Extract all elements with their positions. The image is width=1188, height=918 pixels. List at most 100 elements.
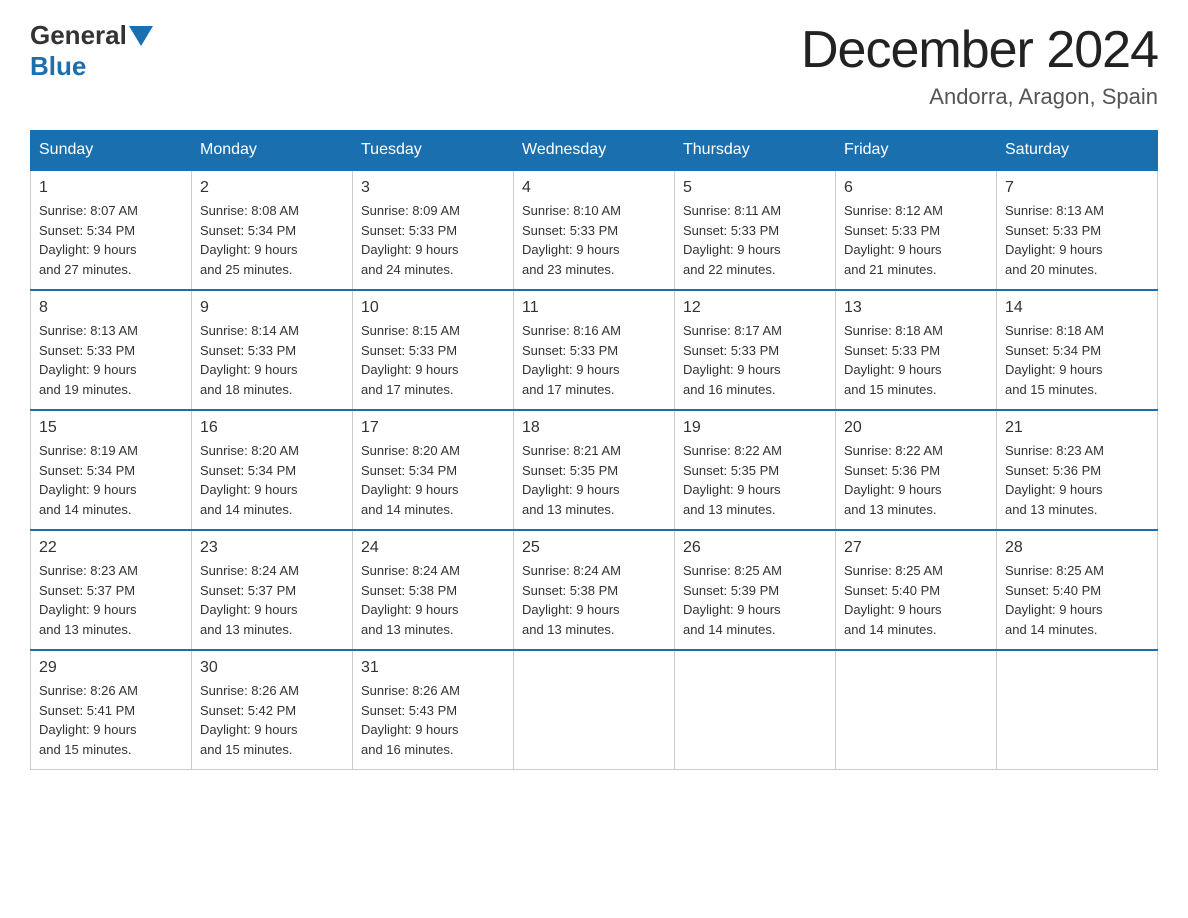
calendar-week-row: 22 Sunrise: 8:23 AMSunset: 5:37 PMDayligh… bbox=[31, 530, 1158, 650]
calendar-cell: 1Sunrise: 8:07 AMSunset: 5:34 PMDaylight… bbox=[31, 170, 192, 290]
day-number: 4 bbox=[522, 179, 666, 197]
day-number: 1 bbox=[39, 179, 183, 197]
calendar-cell: 3 Sunrise: 8:09 AMSunset: 5:33 PMDaylight… bbox=[353, 170, 514, 290]
day-info: Sunrise: 8:23 AMSunset: 5:37 PMDaylight:… bbox=[39, 561, 183, 639]
calendar-week-row: 15 Sunrise: 8:19 AMSunset: 5:34 PMDayligh… bbox=[31, 410, 1158, 530]
page-header: General Blue December 2024 Andorra, Arag… bbox=[30, 20, 1158, 110]
day-number: 18 bbox=[522, 419, 666, 437]
day-info: Sunrise: 8:11 AMSunset: 5:33 PMDaylight:… bbox=[683, 201, 827, 279]
day-number: 26 bbox=[683, 539, 827, 557]
day-number: 9 bbox=[200, 299, 344, 317]
day-number: 22 bbox=[39, 539, 183, 557]
day-number: 24 bbox=[361, 539, 505, 557]
day-info: Sunrise: 8:15 AMSunset: 5:33 PMDaylight:… bbox=[361, 321, 505, 399]
calendar-cell: 30 Sunrise: 8:26 AMSunset: 5:42 PMDayligh… bbox=[192, 650, 353, 770]
day-info: Sunrise: 8:10 AMSunset: 5:33 PMDaylight:… bbox=[522, 201, 666, 279]
calendar-cell: 21 Sunrise: 8:23 AMSunset: 5:36 PMDayligh… bbox=[997, 410, 1158, 530]
title-block: December 2024 Andorra, Aragon, Spain bbox=[801, 20, 1158, 110]
header-day-sunday: Sunday bbox=[31, 131, 192, 171]
day-number: 29 bbox=[39, 659, 183, 677]
logo-triangle-icon bbox=[129, 26, 153, 46]
calendar-cell: 26 Sunrise: 8:25 AMSunset: 5:39 PMDayligh… bbox=[675, 530, 836, 650]
calendar-title: December 2024 bbox=[801, 20, 1158, 80]
calendar-cell bbox=[997, 650, 1158, 770]
day-info: Sunrise: 8:18 AMSunset: 5:33 PMDaylight:… bbox=[844, 321, 988, 399]
day-number: 21 bbox=[1005, 419, 1149, 437]
calendar-header-row: SundayMondayTuesdayWednesdayThursdayFrid… bbox=[31, 131, 1158, 171]
header-day-saturday: Saturday bbox=[997, 131, 1158, 171]
day-info: Sunrise: 8:18 AMSunset: 5:34 PMDaylight:… bbox=[1005, 321, 1149, 399]
calendar-week-row: 29 Sunrise: 8:26 AMSunset: 5:41 PMDayligh… bbox=[31, 650, 1158, 770]
day-number: 15 bbox=[39, 419, 183, 437]
day-number: 27 bbox=[844, 539, 988, 557]
calendar-cell bbox=[675, 650, 836, 770]
day-info: Sunrise: 8:09 AMSunset: 5:33 PMDaylight:… bbox=[361, 201, 505, 279]
day-number: 20 bbox=[844, 419, 988, 437]
day-info: Sunrise: 8:21 AMSunset: 5:35 PMDaylight:… bbox=[522, 441, 666, 519]
day-info: Sunrise: 8:25 AMSunset: 5:39 PMDaylight:… bbox=[683, 561, 827, 639]
calendar-cell: 13 Sunrise: 8:18 AMSunset: 5:33 PMDayligh… bbox=[836, 290, 997, 410]
day-number: 6 bbox=[844, 179, 988, 197]
header-day-wednesday: Wednesday bbox=[514, 131, 675, 171]
day-number: 25 bbox=[522, 539, 666, 557]
calendar-cell: 15 Sunrise: 8:19 AMSunset: 5:34 PMDayligh… bbox=[31, 410, 192, 530]
day-number: 19 bbox=[683, 419, 827, 437]
day-info: Sunrise: 8:14 AMSunset: 5:33 PMDaylight:… bbox=[200, 321, 344, 399]
day-info: Sunrise: 8:17 AMSunset: 5:33 PMDaylight:… bbox=[683, 321, 827, 399]
calendar-cell: 11Sunrise: 8:16 AMSunset: 5:33 PMDayligh… bbox=[514, 290, 675, 410]
day-number: 14 bbox=[1005, 299, 1149, 317]
calendar-cell: 29 Sunrise: 8:26 AMSunset: 5:41 PMDayligh… bbox=[31, 650, 192, 770]
day-info: Sunrise: 8:24 AMSunset: 5:38 PMDaylight:… bbox=[522, 561, 666, 639]
day-info: Sunrise: 8:13 AMSunset: 5:33 PMDaylight:… bbox=[39, 321, 183, 399]
logo-general-text: General bbox=[30, 20, 127, 51]
calendar-cell: 5 Sunrise: 8:11 AMSunset: 5:33 PMDaylight… bbox=[675, 170, 836, 290]
day-number: 28 bbox=[1005, 539, 1149, 557]
header-day-tuesday: Tuesday bbox=[353, 131, 514, 171]
day-number: 31 bbox=[361, 659, 505, 677]
day-info: Sunrise: 8:19 AMSunset: 5:34 PMDaylight:… bbox=[39, 441, 183, 519]
calendar-cell: 22 Sunrise: 8:23 AMSunset: 5:37 PMDayligh… bbox=[31, 530, 192, 650]
calendar-cell: 27 Sunrise: 8:25 AMSunset: 5:40 PMDayligh… bbox=[836, 530, 997, 650]
header-day-friday: Friday bbox=[836, 131, 997, 171]
day-info: Sunrise: 8:25 AMSunset: 5:40 PMDaylight:… bbox=[844, 561, 988, 639]
day-number: 17 bbox=[361, 419, 505, 437]
day-info: Sunrise: 8:26 AMSunset: 5:41 PMDaylight:… bbox=[39, 681, 183, 759]
day-number: 13 bbox=[844, 299, 988, 317]
calendar-table: SundayMondayTuesdayWednesdayThursdayFrid… bbox=[30, 130, 1158, 770]
day-number: 5 bbox=[683, 179, 827, 197]
day-number: 2 bbox=[200, 179, 344, 197]
calendar-cell: 6Sunrise: 8:12 AMSunset: 5:33 PMDaylight… bbox=[836, 170, 997, 290]
calendar-cell: 12Sunrise: 8:17 AMSunset: 5:33 PMDayligh… bbox=[675, 290, 836, 410]
day-info: Sunrise: 8:20 AMSunset: 5:34 PMDaylight:… bbox=[200, 441, 344, 519]
day-info: Sunrise: 8:23 AMSunset: 5:36 PMDaylight:… bbox=[1005, 441, 1149, 519]
day-number: 30 bbox=[200, 659, 344, 677]
calendar-week-row: 8 Sunrise: 8:13 AMSunset: 5:33 PMDaylight… bbox=[31, 290, 1158, 410]
calendar-cell: 18 Sunrise: 8:21 AMSunset: 5:35 PMDayligh… bbox=[514, 410, 675, 530]
calendar-cell: 25 Sunrise: 8:24 AMSunset: 5:38 PMDayligh… bbox=[514, 530, 675, 650]
day-info: Sunrise: 8:25 AMSunset: 5:40 PMDaylight:… bbox=[1005, 561, 1149, 639]
calendar-week-row: 1Sunrise: 8:07 AMSunset: 5:34 PMDaylight… bbox=[31, 170, 1158, 290]
day-info: Sunrise: 8:20 AMSunset: 5:34 PMDaylight:… bbox=[361, 441, 505, 519]
header-day-monday: Monday bbox=[192, 131, 353, 171]
day-number: 8 bbox=[39, 299, 183, 317]
calendar-cell: 2 Sunrise: 8:08 AMSunset: 5:34 PMDaylight… bbox=[192, 170, 353, 290]
day-number: 7 bbox=[1005, 179, 1149, 197]
calendar-cell: 10Sunrise: 8:15 AMSunset: 5:33 PMDayligh… bbox=[353, 290, 514, 410]
day-info: Sunrise: 8:13 AMSunset: 5:33 PMDaylight:… bbox=[1005, 201, 1149, 279]
day-info: Sunrise: 8:08 AMSunset: 5:34 PMDaylight:… bbox=[200, 201, 344, 279]
calendar-cell: 4 Sunrise: 8:10 AMSunset: 5:33 PMDaylight… bbox=[514, 170, 675, 290]
header-day-thursday: Thursday bbox=[675, 131, 836, 171]
day-info: Sunrise: 8:22 AMSunset: 5:35 PMDaylight:… bbox=[683, 441, 827, 519]
day-info: Sunrise: 8:26 AMSunset: 5:42 PMDaylight:… bbox=[200, 681, 344, 759]
calendar-cell: 8 Sunrise: 8:13 AMSunset: 5:33 PMDaylight… bbox=[31, 290, 192, 410]
calendar-subtitle: Andorra, Aragon, Spain bbox=[801, 84, 1158, 110]
day-info: Sunrise: 8:24 AMSunset: 5:37 PMDaylight:… bbox=[200, 561, 344, 639]
calendar-cell: 9 Sunrise: 8:14 AMSunset: 5:33 PMDaylight… bbox=[192, 290, 353, 410]
calendar-cell: 31 Sunrise: 8:26 AMSunset: 5:43 PMDayligh… bbox=[353, 650, 514, 770]
calendar-cell: 23Sunrise: 8:24 AMSunset: 5:37 PMDayligh… bbox=[192, 530, 353, 650]
day-info: Sunrise: 8:16 AMSunset: 5:33 PMDaylight:… bbox=[522, 321, 666, 399]
day-number: 3 bbox=[361, 179, 505, 197]
day-info: Sunrise: 8:26 AMSunset: 5:43 PMDaylight:… bbox=[361, 681, 505, 759]
calendar-cell: 20Sunrise: 8:22 AMSunset: 5:36 PMDayligh… bbox=[836, 410, 997, 530]
calendar-cell bbox=[514, 650, 675, 770]
